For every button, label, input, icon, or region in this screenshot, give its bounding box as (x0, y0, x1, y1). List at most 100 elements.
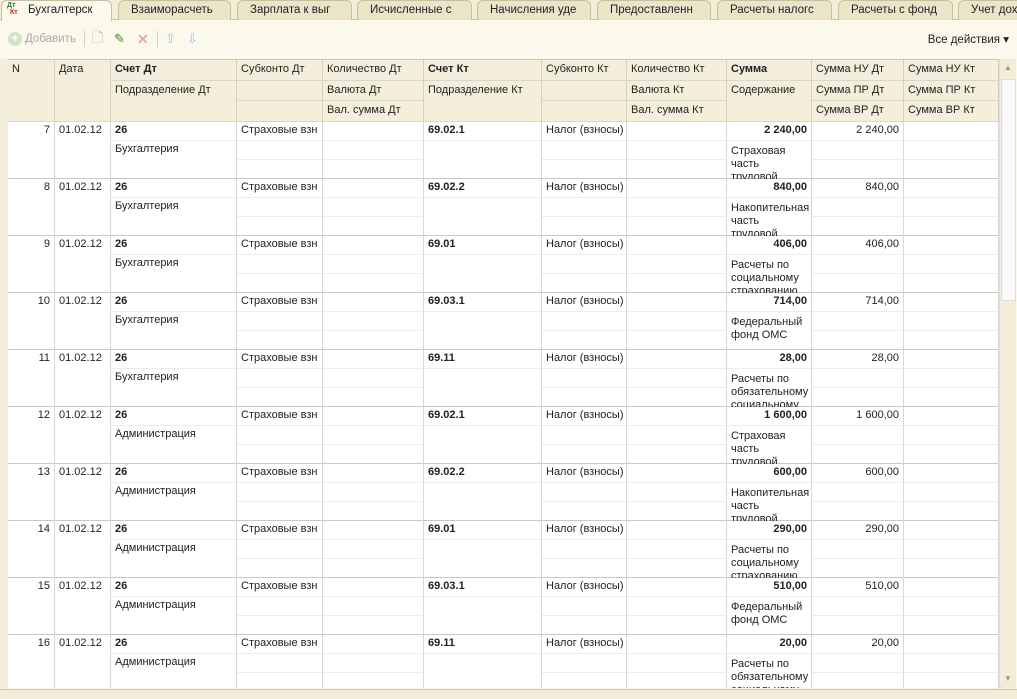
cell-sub-kt[interactable]: Налог (взносы) (542, 407, 627, 426)
cell-date[interactable]: 01.02.12 (55, 179, 111, 236)
cell-sub-kt[interactable]: Налог (взносы) (542, 464, 627, 483)
header-pr-dt[interactable]: Сумма ПР Дт (812, 81, 904, 101)
cell-content[interactable]: Расчеты по социальному страхованию (727, 540, 812, 578)
cell-acc-kt[interactable]: 69.11 (424, 350, 542, 369)
cell-sum[interactable]: 28,00 (727, 350, 812, 369)
header-vr-kt[interactable]: Сумма ВР Кт (904, 101, 999, 122)
cell-sub-dt[interactable]: Страховые взн (237, 521, 323, 540)
cell-date[interactable]: 01.02.12 (55, 521, 111, 578)
cell-content[interactable]: Накопительная часть трудовой (727, 198, 812, 236)
move-down-button[interactable]: ⇩ (187, 29, 198, 49)
cell-content[interactable]: Федеральный фонд ОМС (727, 312, 812, 350)
cell-nu-dt[interactable]: 600,00 (812, 464, 904, 483)
cell-n[interactable]: 9 (8, 236, 55, 293)
cell-nu-dt[interactable]: 290,00 (812, 521, 904, 540)
cell-sub-kt[interactable]: Налог (взносы) (542, 578, 627, 597)
table-row[interactable]: 15 01.02.12 26 Администрация Страховые взн 69… (8, 578, 999, 635)
cell-sub-kt[interactable]: Налог (взносы) (542, 179, 627, 198)
header-vr-dt[interactable]: Сумма ВР Дт (812, 101, 904, 122)
cell-acc-dt[interactable]: 26 (111, 350, 237, 369)
cell-sum[interactable]: 600,00 (727, 464, 812, 483)
cell-acc-kt[interactable]: 69.11 (424, 635, 542, 654)
cell-date[interactable]: 01.02.12 (55, 122, 111, 179)
all-actions-menu[interactable]: Все действия ▾ (928, 32, 1009, 46)
header-acc-kt[interactable]: Счет Кт (424, 60, 542, 81)
cell-sub-kt[interactable]: Налог (взносы) (542, 122, 627, 141)
cell-sub-dt[interactable]: Страховые взн (237, 464, 323, 483)
cell-acc-kt[interactable]: 69.02.1 (424, 122, 542, 141)
cell-acc-dt[interactable]: 26 (111, 293, 237, 312)
cell-n[interactable]: 8 (8, 179, 55, 236)
header-n[interactable]: N (8, 60, 55, 122)
cell-date[interactable]: 01.02.12 (55, 635, 111, 688)
tab-accruals[interactable]: Начисления уде (477, 0, 591, 20)
cell-acc-dt[interactable]: 26 (111, 407, 237, 426)
cell-dept-dt[interactable]: Бухгалтерия (111, 255, 237, 293)
header-nu-dt[interactable]: Сумма НУ Дт (812, 60, 904, 81)
cell-dept-dt[interactable]: Администрация (111, 654, 237, 688)
cell-n[interactable]: 12 (8, 407, 55, 464)
cell-acc-dt[interactable]: 26 (111, 179, 237, 198)
tab-tax-settlements[interactable]: Расчеты налогс (717, 0, 832, 20)
header-sub-kt[interactable]: Субконто Кт (542, 60, 627, 81)
cell-content[interactable]: Накопительная часть трудовой (727, 483, 812, 521)
cell-sum[interactable]: 406,00 (727, 236, 812, 255)
cell-dept-dt[interactable]: Администрация (111, 597, 237, 635)
cell-sum[interactable]: 840,00 (727, 179, 812, 198)
table-row[interactable]: 10 01.02.12 26 Бухгалтерия Страховые взн 69.0… (8, 293, 999, 350)
cell-dept-dt[interactable]: Бухгалтерия (111, 198, 237, 236)
cell-content[interactable]: Расчеты по обязательному социальному (727, 369, 812, 407)
cell-acc-dt[interactable]: 26 (111, 578, 237, 597)
cell-date[interactable]: 01.02.12 (55, 578, 111, 635)
cell-acc-dt[interactable]: 26 (111, 122, 237, 141)
cell-acc-kt[interactable]: 69.02.1 (424, 407, 542, 426)
cell-sub-dt[interactable]: Страховые взн (237, 635, 323, 654)
table-row[interactable]: 16 01.02.12 26 Администрация Страховые взн 69… (8, 635, 999, 688)
cell-dept-dt[interactable]: Администрация (111, 426, 237, 464)
cell-acc-dt[interactable]: 26 (111, 236, 237, 255)
cell-acc-kt[interactable]: 69.02.2 (424, 464, 542, 483)
cell-date[interactable]: 01.02.12 (55, 407, 111, 464)
header-cur-dt[interactable]: Валюта Дт (323, 81, 424, 101)
edit-button[interactable]: ✎ (114, 29, 125, 49)
cell-content[interactable]: Расчеты по социальному страхованию (727, 255, 812, 293)
cell-sub-dt[interactable]: Страховые взн (237, 578, 323, 597)
header-dept-dt[interactable]: Подразделение Дт (111, 81, 237, 122)
table-row[interactable]: 7 01.02.12 26 Бухгалтерия Страховые взн 69.02… (8, 122, 999, 179)
add-button[interactable]: + Добавить (8, 29, 76, 49)
cell-date[interactable]: 01.02.12 (55, 293, 111, 350)
cell-nu-dt[interactable]: 28,00 (812, 350, 904, 369)
cell-sub-dt[interactable]: Страховые взн (237, 350, 323, 369)
tab-calculated[interactable]: Исчисленные с (357, 0, 472, 20)
cell-n[interactable]: 10 (8, 293, 55, 350)
cell-n[interactable]: 13 (8, 464, 55, 521)
header-cursum-dt[interactable]: Вал. сумма Дт (323, 101, 424, 122)
header-cur-kt[interactable]: Валюта Кт (627, 81, 727, 101)
cell-date[interactable]: 01.02.12 (55, 350, 111, 407)
tab-fund-settlements[interactable]: Расчеты с фонд (838, 0, 953, 20)
cell-sum[interactable]: 20,00 (727, 635, 812, 654)
cell-n[interactable]: 15 (8, 578, 55, 635)
header-date[interactable]: Дата (55, 60, 111, 122)
header-sum[interactable]: Сумма (727, 60, 812, 81)
tab-provided[interactable]: Предоставленн (597, 0, 711, 20)
cell-acc-kt[interactable]: 69.03.1 (424, 293, 542, 312)
table-row[interactable]: 13 01.02.12 26 Администрация Страховые взн 69… (8, 464, 999, 521)
table-row[interactable]: 8 01.02.12 26 Бухгалтерия Страховые взн 69.02… (8, 179, 999, 236)
cell-acc-dt[interactable]: 26 (111, 521, 237, 540)
cell-nu-dt[interactable]: 406,00 (812, 236, 904, 255)
tab-income[interactable]: Учет дохо (958, 0, 1017, 20)
cell-sum[interactable]: 2 240,00 (727, 122, 812, 141)
header-dept-kt[interactable]: Подразделение Кт (424, 81, 542, 122)
cell-sub-dt[interactable]: Страховые взн (237, 293, 323, 312)
cell-sub-kt[interactable]: Налог (взносы) (542, 350, 627, 369)
cell-acc-dt[interactable]: 26 (111, 635, 237, 654)
cell-date[interactable]: 01.02.12 (55, 236, 111, 293)
cell-sub-kt[interactable]: Налог (взносы) (542, 293, 627, 312)
cell-nu-dt[interactable]: 2 240,00 (812, 122, 904, 141)
cell-acc-dt[interactable]: 26 (111, 464, 237, 483)
scrollbar-thumb[interactable] (1001, 79, 1016, 301)
cell-acc-kt[interactable]: 69.03.1 (424, 578, 542, 597)
cell-content[interactable]: Страховая часть трудовой (727, 426, 812, 464)
cell-sub-dt[interactable]: Страховые взн (237, 122, 323, 141)
